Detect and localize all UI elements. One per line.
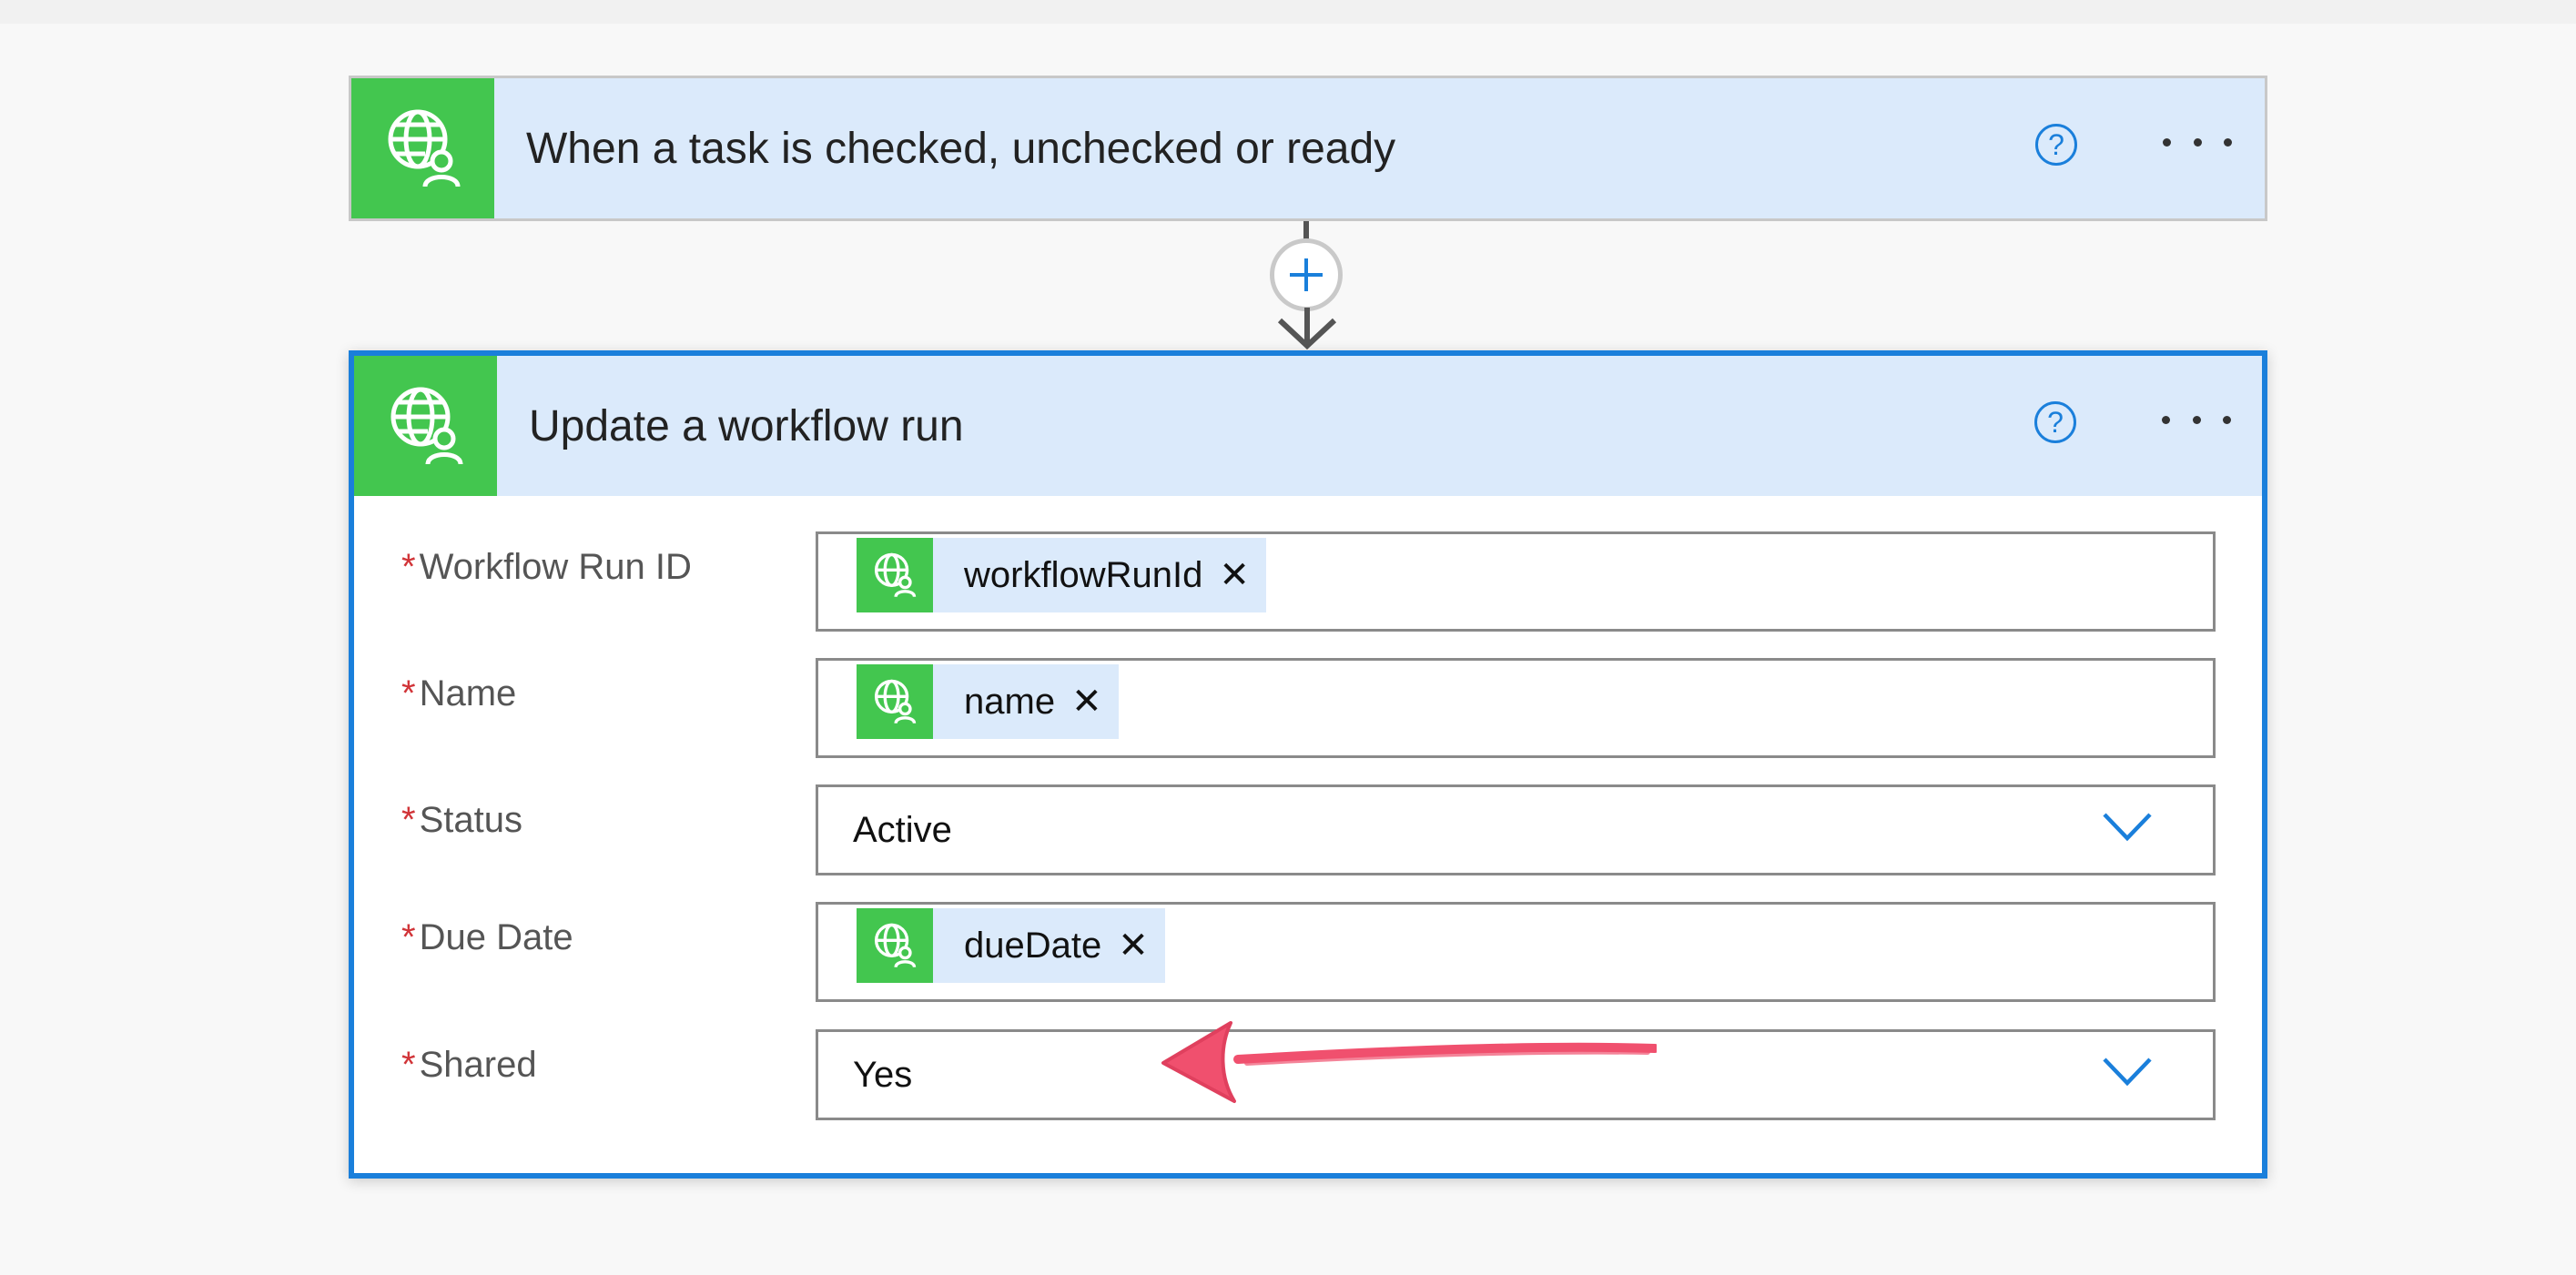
required-marker: * xyxy=(401,917,416,957)
field-label-name: * Name xyxy=(401,673,516,714)
globe-person-icon xyxy=(857,664,933,739)
action-header[interactable]: Update a workflow run ? xyxy=(354,356,2262,496)
name-field[interactable]: name ✕ xyxy=(816,658,2216,758)
chevron-down-icon[interactable] xyxy=(2102,1055,2153,1088)
status-selected-value: Active xyxy=(853,809,952,850)
remove-token-icon[interactable]: ✕ xyxy=(1118,925,1165,966)
label-text: Workflow Run ID xyxy=(419,547,692,587)
globe-person-icon xyxy=(354,356,497,496)
field-label-shared: * Shared xyxy=(401,1045,537,1086)
globe-person-icon xyxy=(857,538,933,612)
help-icon[interactable]: ? xyxy=(2035,124,2077,166)
dynamic-token-name[interactable]: name ✕ xyxy=(857,664,1119,739)
token-label: workflowRunId xyxy=(964,554,1203,595)
remove-token-icon[interactable]: ✕ xyxy=(1219,554,1266,596)
arrow-down-icon xyxy=(1277,308,1337,350)
label-text: Status xyxy=(419,800,522,840)
required-marker: * xyxy=(401,1045,416,1085)
more-options-icon[interactable] xyxy=(2162,392,2231,447)
field-label-workflow-run-id: * Workflow Run ID xyxy=(401,547,692,588)
dynamic-token-duedate[interactable]: dueDate ✕ xyxy=(857,908,1165,983)
chevron-down-icon[interactable] xyxy=(2102,810,2153,843)
workflow-run-id-field[interactable]: workflowRunId ✕ xyxy=(816,531,2216,632)
trigger-header[interactable]: When a task is checked, unchecked or rea… xyxy=(351,78,2265,218)
action-title: Update a workflow run xyxy=(529,401,964,450)
required-marker: * xyxy=(401,547,416,587)
help-icon[interactable]: ? xyxy=(2034,401,2076,443)
plus-icon xyxy=(1290,258,1323,291)
more-options-icon[interactable] xyxy=(2163,115,2232,169)
dynamic-token-workflowrunid[interactable]: workflowRunId ✕ xyxy=(857,538,1266,612)
required-marker: * xyxy=(401,800,416,840)
globe-person-icon xyxy=(857,908,933,983)
field-label-status: * Status xyxy=(401,800,522,841)
label-text: Shared xyxy=(419,1045,537,1085)
shared-selected-value: Yes xyxy=(853,1054,913,1095)
required-marker: * xyxy=(401,673,416,713)
add-step-button[interactable] xyxy=(1270,238,1343,311)
token-label: dueDate xyxy=(964,925,1102,966)
top-strip xyxy=(0,0,2576,24)
due-date-field[interactable]: dueDate ✕ xyxy=(816,902,2216,1002)
token-label: name xyxy=(964,681,1056,722)
remove-token-icon[interactable]: ✕ xyxy=(1071,681,1119,723)
field-label-due-date: * Due Date xyxy=(401,917,573,958)
trigger-title: When a task is checked, unchecked or rea… xyxy=(526,124,1396,173)
trigger-card[interactable]: When a task is checked, unchecked or rea… xyxy=(349,76,2267,221)
status-dropdown[interactable]: Active xyxy=(816,784,2216,875)
label-text: Name xyxy=(419,673,517,713)
globe-person-icon xyxy=(351,78,494,218)
annotation-arrow-icon xyxy=(1161,1021,1657,1103)
label-text: Due Date xyxy=(419,917,573,957)
